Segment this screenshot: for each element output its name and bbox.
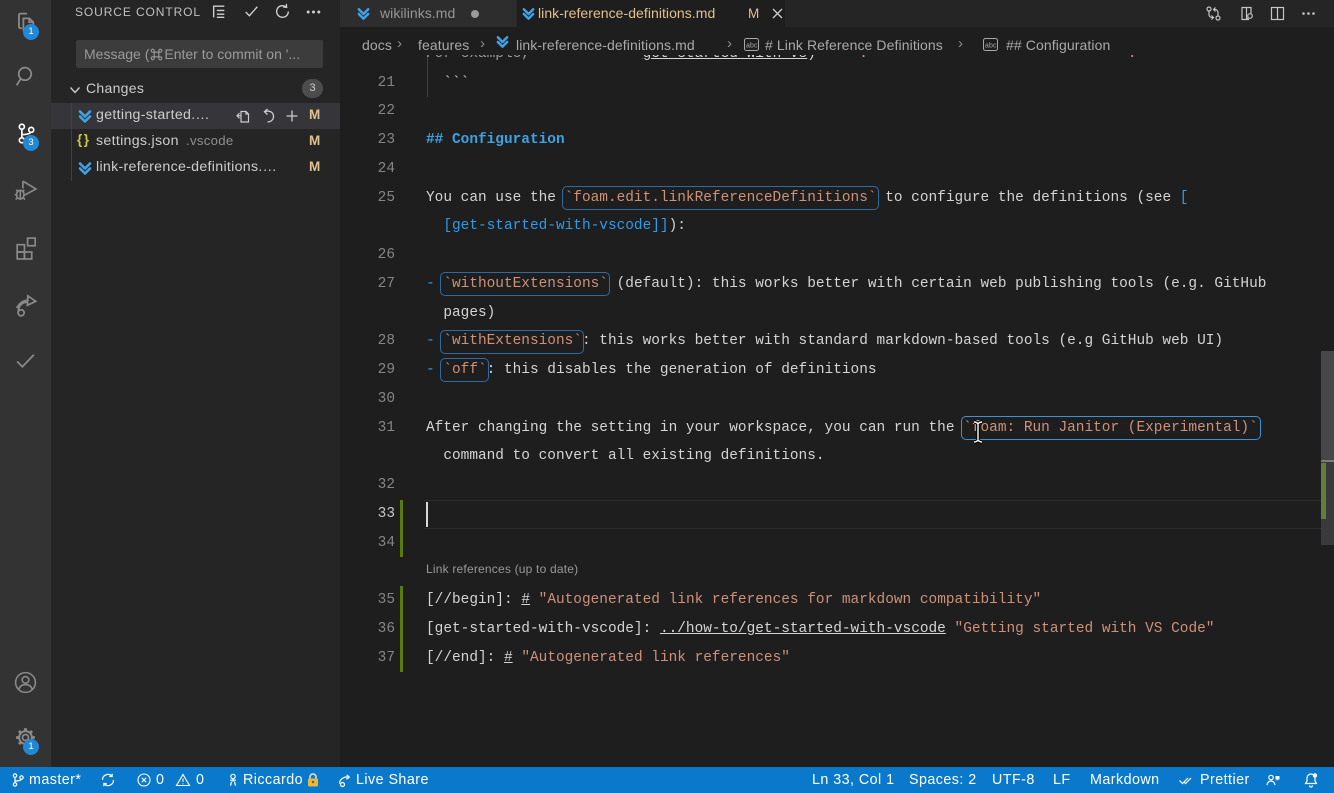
svg-text:abc: abc xyxy=(985,43,997,50)
svg-text:abc: abc xyxy=(746,43,758,50)
